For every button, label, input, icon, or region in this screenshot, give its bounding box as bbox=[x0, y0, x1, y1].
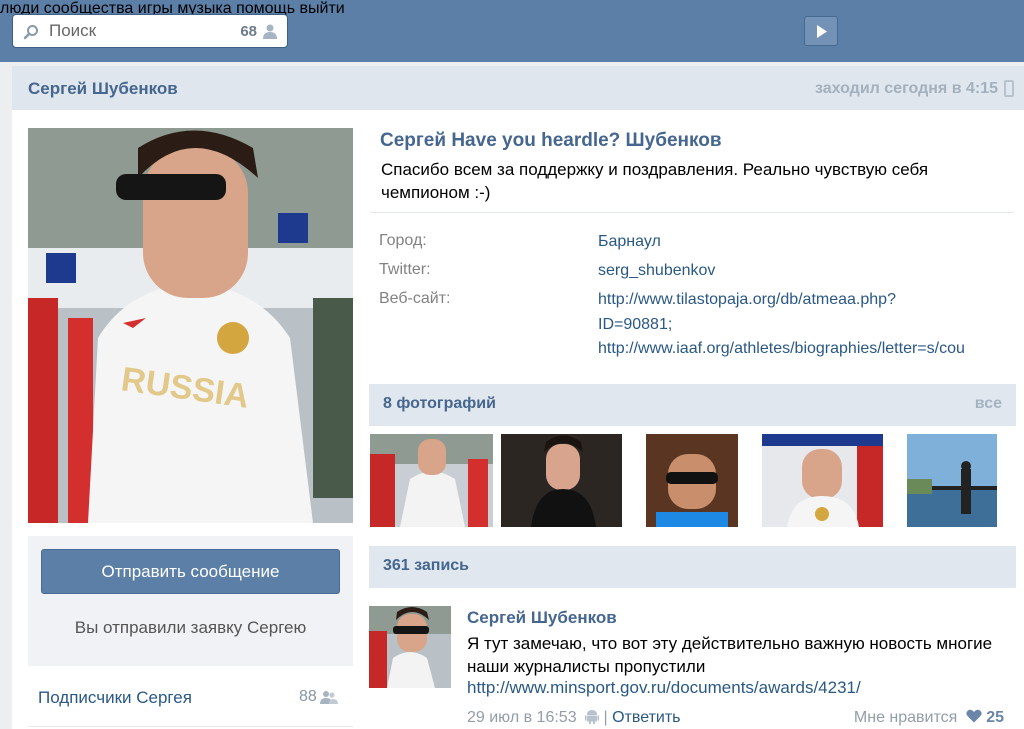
like-count: 25 bbox=[986, 709, 1004, 726]
friend-request-status: Вы отправили заявку Сергею bbox=[74, 618, 307, 637]
top-bar: 68 люди сообщества игры музыка помощь вы… bbox=[0, 0, 1024, 62]
post-author-avatar[interactable] bbox=[369, 606, 451, 688]
photo-thumbnail[interactable] bbox=[501, 434, 622, 527]
followers-icon bbox=[320, 691, 338, 704]
post-date[interactable]: 29 июл в 16:53 bbox=[467, 709, 577, 726]
photo-thumbnail[interactable] bbox=[646, 434, 738, 527]
search-icon bbox=[23, 25, 38, 40]
field-label-city: Город: bbox=[379, 232, 427, 249]
field-value-website-2[interactable]: http://www.iaaf.org/athletes/biographies… bbox=[598, 336, 1018, 361]
search-input[interactable] bbox=[49, 15, 239, 47]
nav-logout[interactable]: выйти bbox=[300, 0, 345, 17]
field-value-website-1-cont[interactable]: ID=90881; bbox=[598, 312, 672, 337]
field-value-city[interactable]: Барнаул bbox=[598, 229, 661, 254]
post-author-name[interactable]: Сергей Шубенков bbox=[467, 608, 617, 628]
followers-count: 88 bbox=[299, 688, 317, 705]
divider bbox=[370, 212, 1014, 213]
play-icon bbox=[817, 25, 827, 38]
photo-thumbnail[interactable] bbox=[907, 434, 997, 527]
header-user-name[interactable]: Сергей Шубенков bbox=[28, 79, 178, 99]
play-button[interactable] bbox=[804, 16, 838, 46]
wall-post-count[interactable]: 361 запись bbox=[383, 557, 469, 575]
mobile-phone-icon bbox=[1004, 80, 1014, 97]
divider bbox=[28, 726, 353, 727]
field-label-twitter: Twitter: bbox=[379, 261, 431, 278]
actions-box: Отправить сообщение Вы отправили заявку … bbox=[28, 536, 353, 666]
photos-all-link[interactable]: все bbox=[975, 395, 1002, 413]
post-link[interactable]: http://www.minsport.gov.ru/documents/awa… bbox=[467, 678, 861, 698]
photo-thumbnail[interactable] bbox=[370, 434, 493, 527]
android-icon bbox=[585, 710, 600, 724]
meta-separator: | bbox=[603, 709, 613, 726]
photo-thumbnail[interactable] bbox=[762, 434, 883, 527]
person-icon bbox=[263, 24, 277, 39]
search-people-count: 68 bbox=[240, 23, 257, 40]
search-box[interactable]: 68 bbox=[12, 14, 288, 48]
profile-page: Сергей Шубенков заходил сегодня в 4:15 R… bbox=[12, 66, 1024, 729]
post-text: Я тут замечаю, что вот эту действительно… bbox=[467, 634, 993, 676]
profile-header-bar: Сергей Шубенков заходил сегодня в 4:15 bbox=[12, 66, 1024, 110]
like-label: Мне нравится bbox=[853, 709, 958, 726]
profile-status[interactable]: Спасибо всем за поддержку и поздравления… bbox=[381, 158, 1001, 204]
heart-icon bbox=[966, 709, 982, 723]
followers-link[interactable]: Подписчики Сергея bbox=[38, 688, 192, 708]
post-meta: 29 июл в 16:53 | Ответить bbox=[467, 709, 681, 727]
field-label-website: Веб-сайт: bbox=[379, 290, 451, 307]
wall-section-header[interactable]: 361 запись bbox=[369, 546, 1016, 588]
profile-photo[interactable]: RUSSIA bbox=[28, 128, 353, 523]
photos-section-header[interactable]: 8 фотографий все bbox=[369, 384, 1016, 426]
field-value-twitter[interactable]: serg_shubenkov bbox=[598, 258, 715, 283]
field-value-website-1[interactable]: http://www.tilastopaja.org/db/atmeaa.php… bbox=[598, 287, 896, 312]
reply-link[interactable]: Ответить bbox=[612, 709, 680, 726]
profile-full-name: Сергей Have you heardle? Шубенков bbox=[380, 130, 722, 151]
send-message-button[interactable]: Отправить сообщение bbox=[41, 549, 340, 594]
like-button[interactable]: Мне нравится 25 bbox=[854, 709, 1004, 727]
last-seen-status: заходил сегодня в 4:15 bbox=[814, 80, 998, 97]
photos-title[interactable]: 8 фотографий bbox=[383, 395, 496, 413]
